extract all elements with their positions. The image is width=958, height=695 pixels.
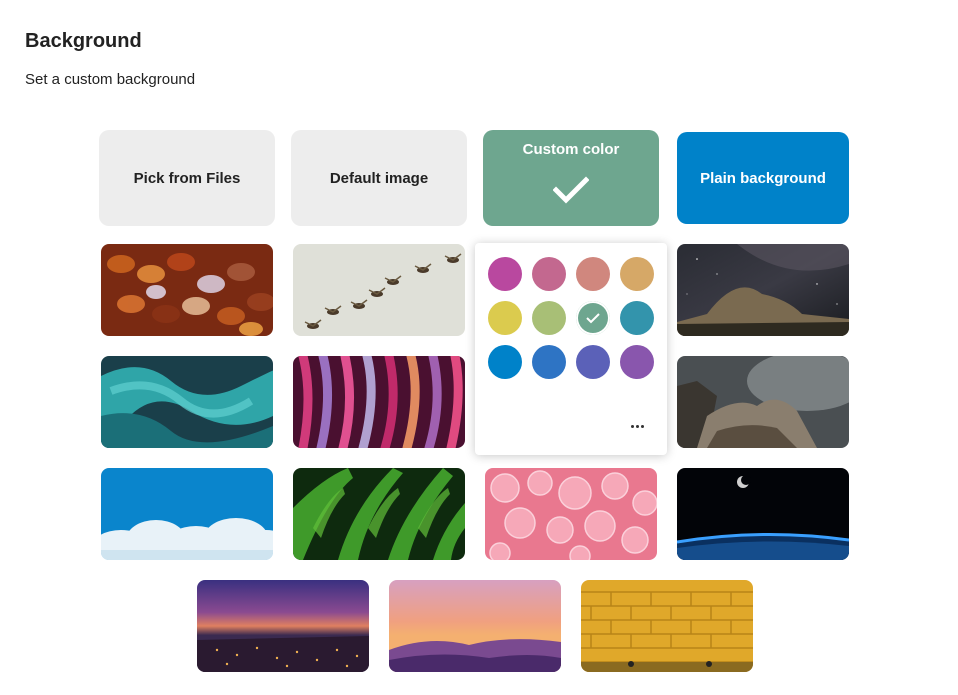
- color-swatch[interactable]: [576, 257, 610, 291]
- background-image-fern[interactable]: [293, 468, 465, 560]
- background-image-mountain-sunset[interactable]: [389, 580, 561, 672]
- color-swatch[interactable]: [488, 301, 522, 335]
- default-image-button[interactable]: Default image: [291, 130, 467, 226]
- background-image-butterfly-wing[interactable]: [101, 244, 273, 336]
- color-swatch[interactable]: [488, 257, 522, 291]
- background-image-clouds[interactable]: [101, 468, 273, 560]
- background-image-teal-ink[interactable]: [101, 356, 273, 448]
- color-swatch[interactable]: [488, 345, 522, 379]
- popover-arrow: [563, 234, 581, 243]
- page-title: Background: [25, 30, 142, 52]
- background-image-flying-birds[interactable]: [293, 244, 465, 336]
- color-swatch[interactable]: [532, 301, 566, 335]
- swatch-check-icon: [586, 313, 600, 324]
- background-image-milky-way[interactable]: [677, 244, 849, 336]
- default-image-label: Default image: [329, 169, 429, 187]
- plain-background-label: Plain background: [700, 169, 826, 187]
- background-image-pink-fabric[interactable]: [293, 356, 465, 448]
- checkmark-icon: [553, 176, 589, 204]
- color-swatch[interactable]: [532, 257, 566, 291]
- background-image-yellow-bricks[interactable]: [581, 580, 753, 672]
- color-swatch[interactable]: [620, 345, 654, 379]
- background-image-stormy-coast[interactable]: [677, 356, 849, 448]
- more-colors-button[interactable]: [625, 416, 649, 436]
- custom-color-button[interactable]: Custom color: [483, 130, 659, 226]
- color-swatch[interactable]: [576, 301, 610, 335]
- color-swatch[interactable]: [532, 345, 566, 379]
- pick-from-files-label: Pick from Files: [133, 169, 241, 187]
- background-image-earth-space[interactable]: [677, 468, 849, 560]
- custom-color-label: Custom color: [522, 141, 620, 158]
- pick-from-files-button[interactable]: Pick from Files: [99, 130, 275, 226]
- background-image-city-dusk[interactable]: [197, 580, 369, 672]
- page-subtitle: Set a custom background: [25, 71, 196, 88]
- color-swatch[interactable]: [576, 345, 610, 379]
- color-swatch[interactable]: [620, 257, 654, 291]
- more-icon: [630, 424, 634, 428]
- background-image-pink-bubbles[interactable]: [485, 468, 657, 560]
- plain-background-button[interactable]: Plain background: [677, 132, 849, 224]
- color-swatch[interactable]: [620, 301, 654, 335]
